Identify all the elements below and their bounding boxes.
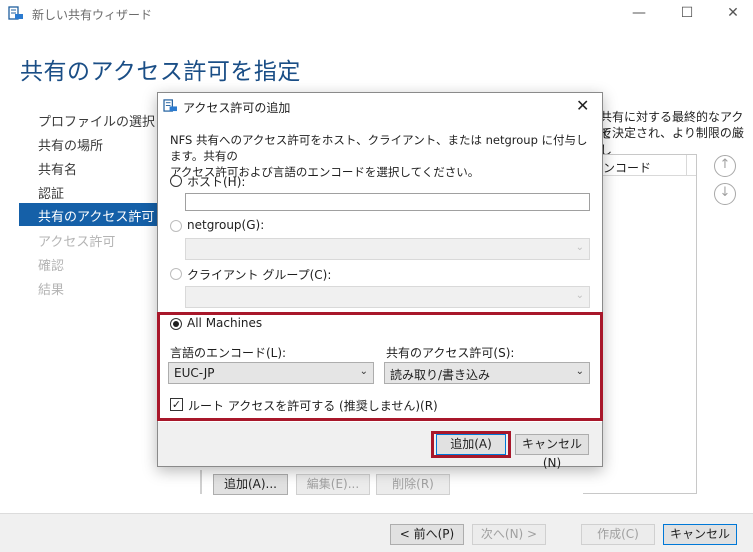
host-input[interactable]: [185, 193, 590, 211]
nav-item-share-name[interactable]: 共有名: [38, 159, 77, 178]
column-header-encoding[interactable]: ンコード: [603, 159, 651, 176]
dialog-add-button[interactable]: 追加(A): [436, 434, 506, 455]
move-down-icon[interactable]: ↓: [714, 183, 736, 205]
next-button[interactable]: 次へ(N) >: [472, 524, 546, 545]
all-machines-label: All Machines: [187, 316, 263, 330]
host-radio[interactable]: [170, 175, 182, 187]
chevron-down-icon: ⌄: [359, 366, 368, 377]
edit-permission-button[interactable]: 編集(E)...: [296, 474, 370, 495]
chevron-down-icon: ⌄: [575, 366, 584, 377]
chevron-down-icon: ⌄: [575, 290, 584, 301]
nav-item-results: 結果: [38, 283, 65, 298]
radio-selected-dot: [173, 321, 179, 327]
chevron-down-icon: ⌄: [575, 242, 584, 253]
permission-label: 共有のアクセス許可(S):: [386, 346, 515, 360]
client-group-label: クライアント グループ(C):: [187, 268, 332, 282]
nav-item-authentication[interactable]: 認証: [38, 183, 64, 202]
encoding-select[interactable]: EUC-JP ⌄: [168, 362, 374, 384]
nav-item-location[interactable]: 共有の場所: [38, 135, 103, 154]
dialog-description-line1: NFS 共有へのアクセス許可をホスト、クライアント、または netgroup に…: [170, 133, 588, 163]
close-button[interactable]: ✕: [710, 0, 753, 28]
host-label: ホスト(H):: [187, 175, 246, 189]
permission-value: 読み取り/書き込み: [390, 368, 491, 382]
root-access-checkbox[interactable]: ✓: [170, 398, 183, 411]
client-group-select[interactable]: ⌄: [185, 286, 590, 308]
encoding-value: EUC-JP: [174, 366, 215, 380]
background-description-line2: て決定され、より制限の厳し: [600, 126, 744, 157]
root-access-label: ルート アクセスを許可する (推奨しません)(R): [188, 399, 438, 413]
nav-item-permissions: アクセス許可: [38, 235, 116, 250]
nav-item-profile[interactable]: プロファイルの選択: [38, 111, 155, 130]
move-up-icon[interactable]: ↑: [714, 155, 736, 177]
list-left-border: [200, 470, 202, 494]
nav-item-confirmation: 確認: [38, 259, 65, 274]
dialog-close-icon[interactable]: ✕: [576, 96, 589, 115]
column-separator: [686, 155, 687, 176]
permission-select[interactable]: 読み取り/書き込み ⌄: [384, 362, 590, 384]
window-title: 新しい共有ウィザード: [32, 8, 153, 22]
server-share-icon: [163, 99, 177, 112]
nav-item-share-permissions-label: 共有のアクセス許可: [38, 210, 155, 225]
encoding-label: 言語のエンコード(L):: [170, 346, 287, 360]
netgroup-label: netgroup(G):: [187, 218, 265, 232]
server-share-icon: [8, 6, 23, 20]
dialog-title: アクセス許可の追加: [183, 101, 291, 115]
netgroup-select[interactable]: ⌄: [185, 238, 590, 260]
netgroup-radio[interactable]: [170, 220, 182, 232]
delete-permission-button[interactable]: 削除(R): [376, 474, 450, 495]
create-button[interactable]: 作成(C): [581, 524, 655, 545]
client-group-radio[interactable]: [170, 268, 182, 280]
prev-button[interactable]: < 前へ(P): [390, 524, 464, 545]
maximize-button[interactable]: ☐: [664, 0, 710, 28]
dialog-cancel-button[interactable]: キャンセル(N): [515, 434, 589, 470]
cancel-button[interactable]: キャンセル: [663, 524, 737, 545]
minimize-button[interactable]: —: [616, 0, 662, 28]
add-permission-button[interactable]: 追加(A)...: [213, 474, 288, 495]
page-title: 共有のアクセス許可を指定: [20, 59, 301, 85]
